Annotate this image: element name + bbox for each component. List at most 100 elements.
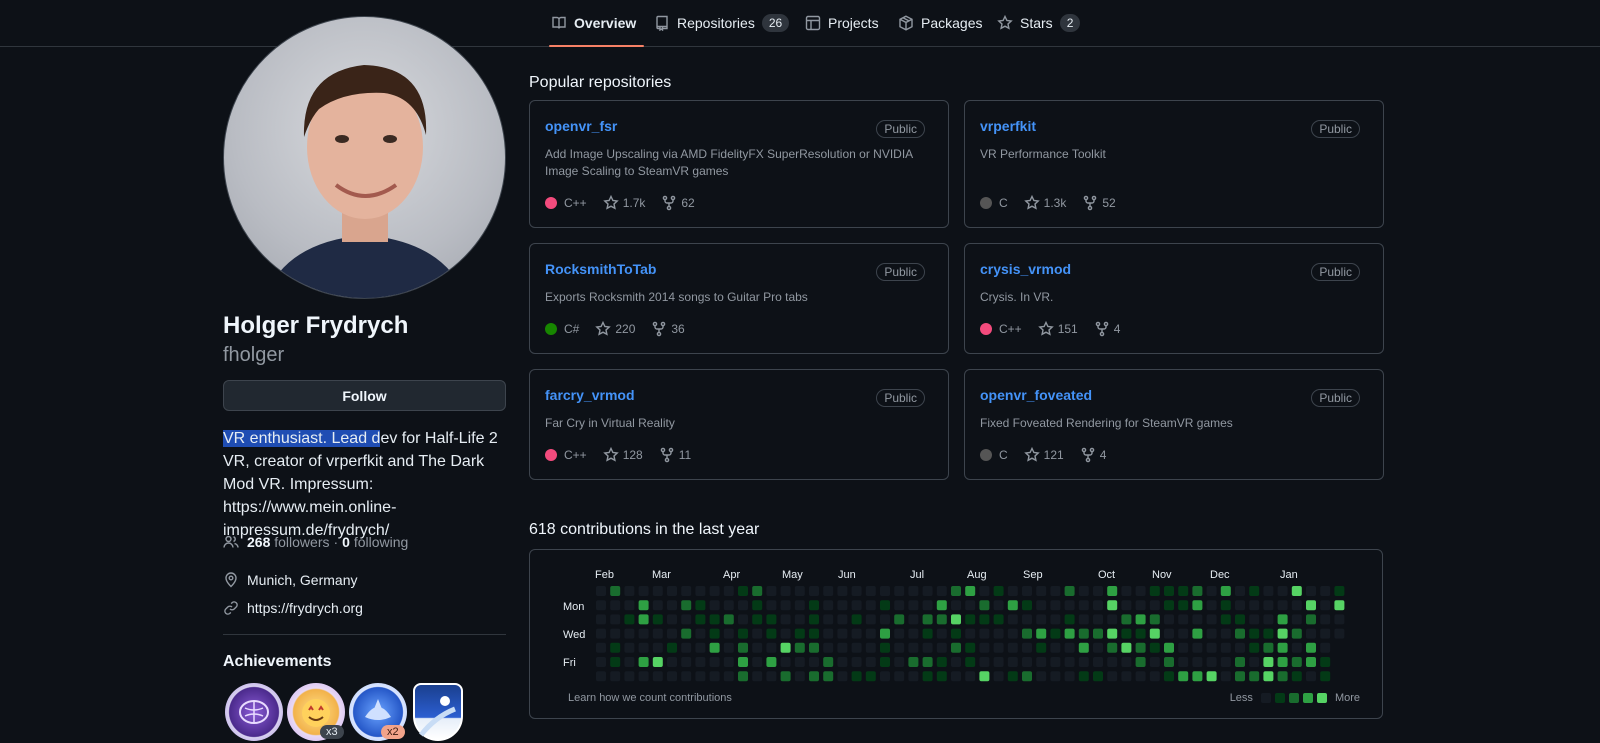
contribution-day-cell[interactable] xyxy=(865,671,876,682)
contribution-day-cell[interactable] xyxy=(1178,614,1189,625)
contribution-day-cell[interactable] xyxy=(1235,586,1245,596)
contribution-day-cell[interactable] xyxy=(681,671,692,682)
contribution-day-cell[interactable] xyxy=(1249,600,1260,611)
contribution-day-cell[interactable] xyxy=(1334,600,1345,611)
contribution-day-cell[interactable] xyxy=(667,586,677,596)
contribution-day-cell[interactable] xyxy=(1320,586,1331,596)
contribution-day-cell[interactable] xyxy=(1093,614,1103,625)
contribution-day-cell[interactable] xyxy=(1007,600,1018,611)
contribution-day-cell[interactable] xyxy=(823,671,834,682)
contribution-day-cell[interactable] xyxy=(1306,628,1316,639)
contribution-day-cell[interactable] xyxy=(1064,600,1075,611)
contribution-day-cell[interactable] xyxy=(979,628,990,639)
contribution-day-cell[interactable] xyxy=(1206,642,1217,653)
repo-stars-link[interactable]: 1.7k xyxy=(602,195,645,211)
repo-forks-link[interactable]: 4 xyxy=(1080,447,1106,463)
contribution-day-cell[interactable] xyxy=(624,671,635,682)
contribution-day-cell[interactable] xyxy=(851,628,862,639)
contribution-day-cell[interactable] xyxy=(979,614,990,625)
contribution-day-cell[interactable] xyxy=(1149,628,1160,639)
contribution-day-cell[interactable] xyxy=(709,628,720,639)
contribution-day-cell[interactable] xyxy=(723,614,734,625)
contribution-day-cell[interactable] xyxy=(979,600,990,611)
contribution-day-cell[interactable] xyxy=(1036,628,1047,639)
contribution-day-cell[interactable] xyxy=(1022,628,1032,639)
contribution-day-cell[interactable] xyxy=(1107,642,1118,653)
contribution-day-cell[interactable] xyxy=(695,671,706,682)
contribution-day-cell[interactable] xyxy=(738,671,748,682)
repo-name-link[interactable]: crysis_vrmod xyxy=(980,261,1071,277)
contribution-day-cell[interactable] xyxy=(1277,600,1288,611)
contribution-day-cell[interactable] xyxy=(1050,600,1061,611)
contribution-day-cell[interactable] xyxy=(809,600,819,611)
contribution-day-cell[interactable] xyxy=(1306,614,1316,625)
contribution-day-cell[interactable] xyxy=(1050,586,1061,596)
contribution-day-cell[interactable] xyxy=(894,614,905,625)
contribution-day-cell[interactable] xyxy=(681,600,692,611)
contribution-day-cell[interactable] xyxy=(951,657,961,667)
contribution-day-cell[interactable] xyxy=(837,657,848,667)
contribution-day-cell[interactable] xyxy=(738,614,748,625)
contribution-day-cell[interactable] xyxy=(1249,642,1260,653)
contribution-day-cell[interactable] xyxy=(809,671,819,682)
contribution-day-cell[interactable] xyxy=(1078,671,1089,682)
contribution-day-cell[interactable] xyxy=(1291,657,1302,667)
contribution-day-cell[interactable] xyxy=(1064,614,1075,625)
repo-forks-link[interactable]: 62 xyxy=(661,195,695,211)
contribution-day-cell[interactable] xyxy=(1164,600,1174,611)
contribution-day-cell[interactable] xyxy=(794,642,805,653)
contribution-day-cell[interactable] xyxy=(624,642,635,653)
contribution-day-cell[interactable] xyxy=(1263,614,1274,625)
contribution-day-cell[interactable] xyxy=(780,586,791,596)
contribution-day-cell[interactable] xyxy=(752,614,763,625)
contribution-day-cell[interactable] xyxy=(894,600,905,611)
contribution-day-cell[interactable] xyxy=(865,628,876,639)
contribution-day-cell[interactable] xyxy=(993,628,1004,639)
contribution-day-cell[interactable] xyxy=(1164,671,1174,682)
contribution-day-cell[interactable] xyxy=(1064,586,1075,596)
following-link[interactable]: 0 following xyxy=(342,534,408,550)
contribution-day-cell[interactable] xyxy=(1220,600,1231,611)
contribution-day-cell[interactable] xyxy=(610,600,621,611)
contribution-day-cell[interactable] xyxy=(1206,600,1217,611)
contribution-day-cell[interactable] xyxy=(596,614,606,625)
contribution-day-cell[interactable] xyxy=(979,642,990,653)
repo-stars-link[interactable]: 121 xyxy=(1023,447,1064,463)
contribution-day-cell[interactable] xyxy=(936,657,947,667)
contribution-day-cell[interactable] xyxy=(1135,642,1146,653)
contribution-day-cell[interactable] xyxy=(1220,671,1231,682)
contribution-day-cell[interactable] xyxy=(1320,657,1331,667)
contribution-day-cell[interactable] xyxy=(1007,586,1018,596)
contribution-day-cell[interactable] xyxy=(794,600,805,611)
contribution-day-cell[interactable] xyxy=(652,600,663,611)
contribution-day-cell[interactable] xyxy=(723,628,734,639)
contribution-day-cell[interactable] xyxy=(752,671,763,682)
contribution-day-cell[interactable] xyxy=(752,600,763,611)
contribution-day-cell[interactable] xyxy=(1192,657,1203,667)
followers-link[interactable]: 268 followers xyxy=(247,534,330,550)
contribution-day-cell[interactable] xyxy=(1078,657,1089,667)
contribution-day-cell[interactable] xyxy=(965,657,976,667)
contribution-day-cell[interactable] xyxy=(596,586,606,596)
contribution-day-cell[interactable] xyxy=(1306,671,1316,682)
contribution-day-cell[interactable] xyxy=(723,642,734,653)
contribution-day-cell[interactable] xyxy=(1107,657,1118,667)
repo-stars-link[interactable]: 128 xyxy=(602,447,643,463)
contribution-day-cell[interactable] xyxy=(993,642,1004,653)
contribution-day-cell[interactable] xyxy=(1036,600,1047,611)
contribution-day-cell[interactable] xyxy=(1036,657,1047,667)
contribution-day-cell[interactable] xyxy=(667,642,677,653)
contribution-day-cell[interactable] xyxy=(1164,586,1174,596)
contribution-day-cell[interactable] xyxy=(1235,642,1245,653)
contribution-day-cell[interactable] xyxy=(1007,628,1018,639)
contribution-day-cell[interactable] xyxy=(865,657,876,667)
contribution-day-cell[interactable] xyxy=(908,671,919,682)
contribution-day-cell[interactable] xyxy=(780,614,791,625)
contribution-day-cell[interactable] xyxy=(1093,671,1103,682)
contribution-day-cell[interactable] xyxy=(993,671,1004,682)
repo-name-link[interactable]: farcry_vrmod xyxy=(545,387,635,403)
contribution-day-cell[interactable] xyxy=(723,600,734,611)
contribution-day-cell[interactable] xyxy=(1135,628,1146,639)
contribution-day-cell[interactable] xyxy=(809,657,819,667)
contribution-day-cell[interactable] xyxy=(638,671,649,682)
